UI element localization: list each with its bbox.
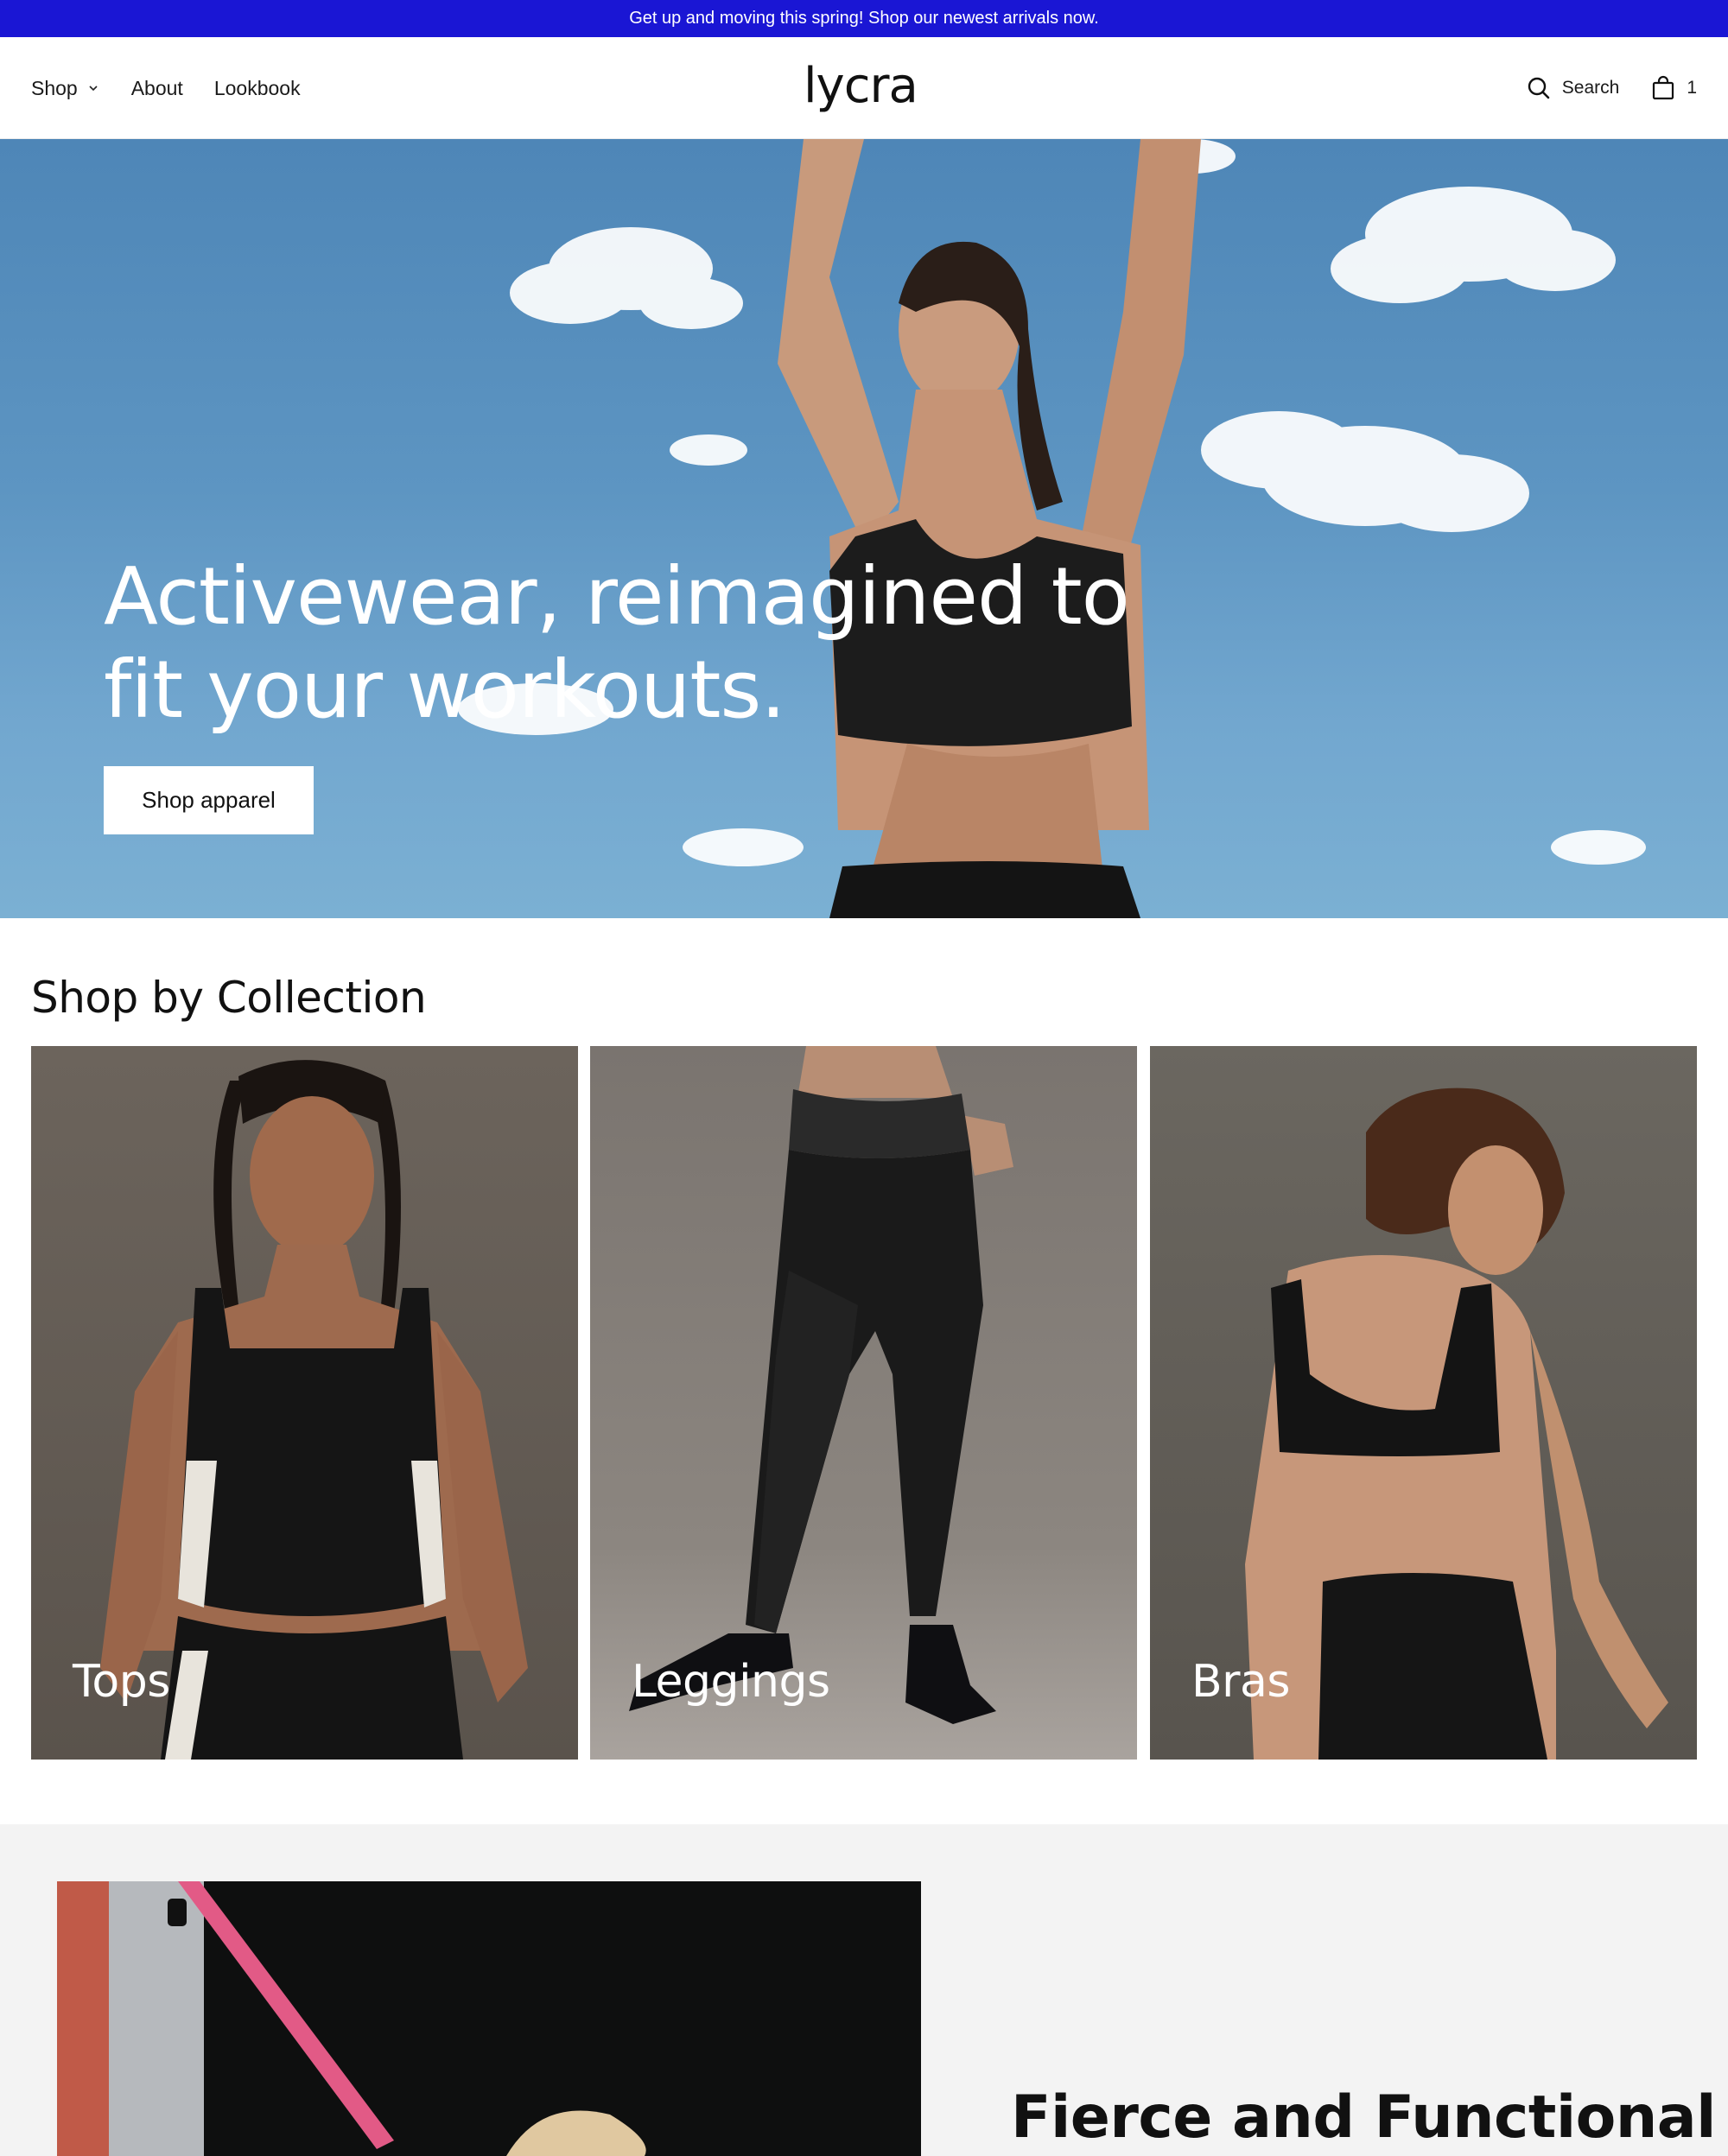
shopping-bag-icon (1653, 75, 1674, 100)
hero-title-line2: fit your workouts. (104, 644, 786, 736)
nav-shop[interactable]: Shop (31, 77, 100, 100)
collection-card-leggings[interactable]: Leggings (590, 1046, 1137, 1760)
search-button[interactable]: Search (1526, 75, 1620, 101)
nav-lookbook[interactable]: Lookbook (214, 77, 301, 100)
feature-section: Fierce and Functional (0, 1824, 1728, 2156)
chevron-down-icon (89, 86, 98, 92)
collection-label-bras: Bras (1191, 1656, 1291, 1708)
feature-title: Fierce and Functional (1011, 2083, 1717, 2152)
site-logo[interactable]: lycra (804, 58, 918, 114)
shop-apparel-button[interactable]: Shop apparel (104, 766, 314, 834)
hero-banner: Activewear, reimagined to fit your worko… (0, 139, 1728, 918)
nav-about[interactable]: About (131, 77, 183, 100)
collection-card-tops[interactable]: Tops (31, 1046, 578, 1760)
search-label: Search (1561, 78, 1620, 98)
hero-title-line1: Activewear, reimagined to (104, 550, 1130, 643)
bras-image (1150, 1046, 1697, 1760)
nav-shop-label: Shop (31, 76, 78, 99)
nav-lookbook-label: Lookbook (213, 76, 301, 99)
collection-label-leggings: Leggings (632, 1656, 830, 1708)
leggings-image (590, 1046, 1137, 1760)
site-header: Shop About Lookbook lycra Search 1 (0, 37, 1728, 139)
feature-image (57, 1881, 921, 2156)
cart-count: 1 (1687, 78, 1697, 98)
main-nav: Shop About Lookbook (31, 37, 301, 139)
announcement-bar: Get up and moving this spring! Shop our … (0, 0, 1728, 37)
hero-title: Activewear, reimagined to fit your worko… (104, 550, 1140, 737)
training-image (57, 1881, 921, 2156)
collection-card-bras[interactable]: Bras (1150, 1046, 1697, 1760)
collection-label-tops: Tops (73, 1656, 170, 1708)
cart-button[interactable]: 1 (1650, 75, 1697, 101)
announcement-text: Get up and moving this spring! Shop our … (629, 9, 1099, 28)
header-actions: Search 1 (1526, 37, 1697, 139)
tops-image (31, 1046, 578, 1760)
collections-title: Shop by Collection (31, 973, 427, 1023)
search-icon (1528, 77, 1550, 99)
nav-about-label: About (130, 76, 183, 99)
